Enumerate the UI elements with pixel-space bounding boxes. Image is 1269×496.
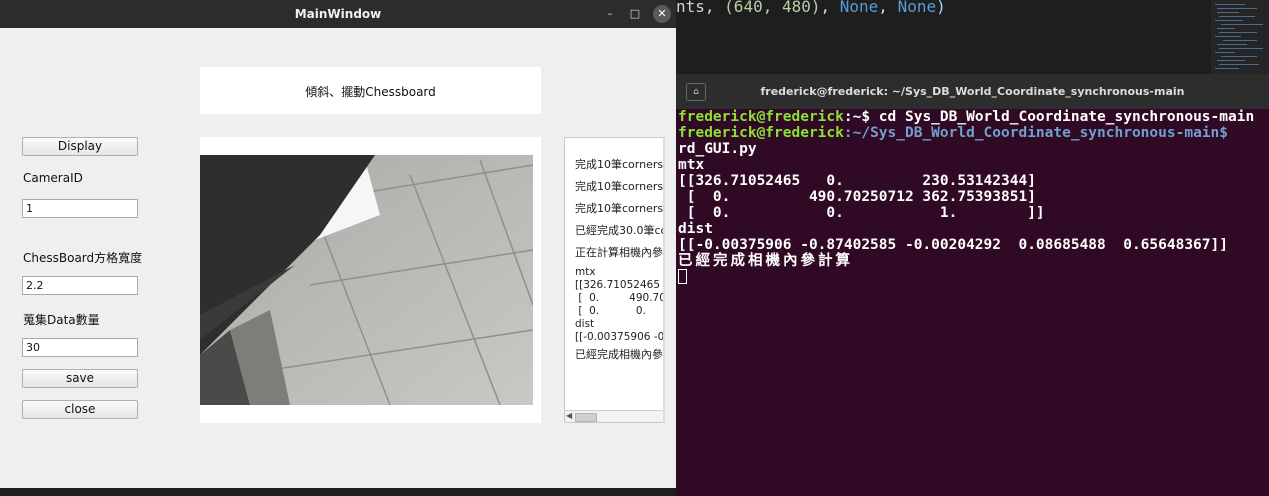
camera-id-label: CameraID — [23, 171, 83, 185]
editor-code-prefix: nts, — [676, 0, 725, 16]
code-editor-background: nts, (640, 480), None, None) — [676, 0, 1269, 74]
data-count-input[interactable]: 30 — [22, 338, 138, 357]
prompt-user: frederick@frederick — [678, 125, 844, 141]
log-done-line: 已經完成相機內參計算 — [575, 348, 663, 361]
terminal-line: [ 0. 490.70250712 362.75393851] — [678, 189, 1036, 205]
log-mtx-label: mtx — [575, 266, 596, 278]
window-titlebar[interactable]: MainWindow – □ ✕ — [0, 0, 676, 28]
log-horizontal-scrollbar[interactable]: ◀ — [565, 410, 663, 422]
editor-code-tuple: (640, 480) — [724, 0, 821, 16]
log-mtx-row: [ 0. 490.70250712 362.75393851] — [578, 292, 664, 304]
terminal-line: 已經完成相機內參計算 — [678, 253, 853, 269]
terminal-line: [ 0. 0. 1. ]] — [678, 205, 1045, 221]
terminal-output[interactable]: frederick@frederick:~$ cd Sys_DB_World_C… — [678, 109, 1254, 285]
terminal-titlebar[interactable]: ⌂ frederick@frederick: ~/Sys_DB_World_Co… — [676, 74, 1269, 109]
log-dist-row: [[-0.00375906 -0.87402585 -0.00204292 0.… — [575, 331, 664, 343]
log-panel[interactable]: 完成10筆corners 紀錄 完成10筆corners 紀錄 完成10筆cor… — [564, 137, 664, 423]
terminal-line: rd_GUI.py — [678, 141, 757, 157]
maximize-icon[interactable]: □ — [625, 4, 645, 24]
terminal-line: frederick@frederick:~$ cd Sys_DB_World_C… — [678, 109, 1254, 125]
log-line: 正在計算相機內參 — [575, 246, 663, 259]
data-count-label: 蒐集Data數量 — [23, 313, 100, 327]
editor-code-suffix: ) — [936, 0, 946, 16]
close-button[interactable]: close — [22, 400, 138, 419]
camera-preview-image — [200, 155, 533, 405]
close-icon[interactable]: ✕ — [653, 5, 671, 23]
log-mtx-row: [[326.71052465 0. 230.53142344] — [575, 279, 661, 291]
terminal-line: frederick@frederick:~/Sys_DB_World_Coord… — [678, 125, 1254, 141]
desktop-strip — [0, 488, 676, 496]
editor-code-none: None — [897, 0, 937, 16]
editor-code-sep: , — [878, 0, 898, 16]
main-window: MainWindow – □ ✕ Display CameraID 1 Ches… — [0, 0, 676, 496]
terminal-line: mtx — [678, 157, 705, 173]
terminal-line: [[-0.00375906 -0.87402585 -0.00204292 0.… — [678, 237, 1228, 253]
terminal-window[interactable]: ⌂ frederick@frederick: ~/Sys_DB_World_Co… — [676, 74, 1269, 496]
editor-minimap[interactable] — [1211, 0, 1269, 74]
editor-code-none: None — [839, 0, 879, 16]
terminal-cursor[interactable] — [678, 269, 687, 284]
terminal-line: [[326.71052465 0. 230.53142344] — [678, 173, 1036, 189]
scroll-left-icon[interactable]: ◀ — [566, 411, 572, 420]
terminal-line: dist — [678, 221, 713, 237]
editor-code-sep: , — [820, 0, 840, 16]
chessboard-width-label: ChessBoard方格寬度 — [23, 251, 143, 265]
save-button[interactable]: save — [22, 369, 138, 388]
log-dist-label: dist — [575, 318, 595, 330]
terminal-command: cd Sys_DB_World_Coordinate_synchronous-m… — [878, 109, 1255, 125]
prompt-path: :~/Sys_DB_World_Coordinate_synchronous-m… — [843, 125, 1228, 141]
instruction-text: 傾斜、擺動Chessboard — [305, 85, 436, 99]
chessboard-width-input[interactable]: 2.2 — [22, 276, 138, 295]
terminal-title: frederick@frederick: ~/Sys_DB_World_Coor… — [760, 85, 1185, 98]
camera-id-input[interactable]: 1 — [22, 199, 138, 218]
log-line: 完成10筆corners 紀錄 — [575, 158, 664, 171]
terminal-cursor-line — [678, 269, 1254, 285]
log-mtx-row: [ 0. 0. 1. ]] — [578, 305, 646, 317]
minimize-icon[interactable]: – — [600, 4, 620, 24]
log-line: 完成10筆corners 紀錄 — [575, 180, 664, 193]
log-line: 已經完成30.0筆corners — [575, 224, 663, 237]
editor-code-line: nts, (640, 480), None, None) — [676, 0, 946, 16]
scrollbar-thumb[interactable] — [575, 413, 597, 422]
instruction-banner: 傾斜、擺動Chessboard — [200, 67, 541, 114]
prompt-home: :~$ — [843, 109, 879, 125]
display-button[interactable]: Display — [22, 137, 138, 156]
log-line: 完成10筆corners 紀錄 — [575, 202, 664, 215]
log-panel-edge — [663, 137, 665, 423]
prompt-user: frederick@frederick — [678, 109, 844, 125]
window-title: MainWindow — [294, 7, 382, 21]
camera-view — [200, 137, 541, 423]
